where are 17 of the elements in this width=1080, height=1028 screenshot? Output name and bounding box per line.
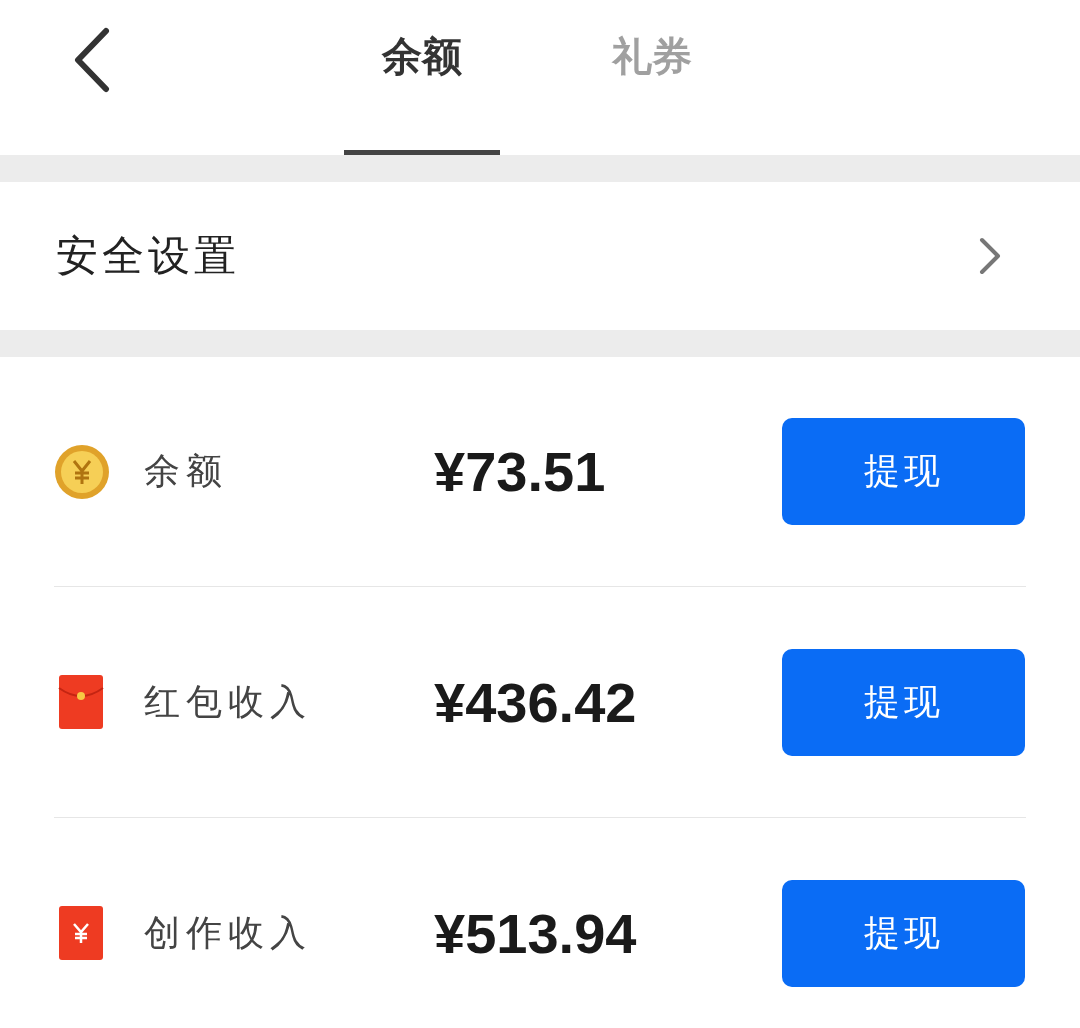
account-label: 红包收入	[144, 679, 313, 724]
withdraw-button[interactable]: 提现	[782, 648, 1025, 756]
settings-label: 安全设置	[56, 230, 240, 282]
account-label: 余额	[144, 449, 229, 493]
chevron-right-icon	[978, 236, 1002, 276]
withdraw-button[interactable]: 提现	[782, 418, 1025, 525]
envelope-icon	[58, 674, 104, 730]
withdraw-button[interactable]: 提现	[782, 879, 1025, 987]
settings-row[interactable]: 安全设置	[0, 182, 1080, 330]
amount-value: ¥513.94	[434, 900, 638, 966]
amount-value: ¥73.51	[434, 439, 607, 504]
amount-value: ¥436.42	[434, 669, 638, 735]
back-icon[interactable]	[72, 27, 112, 93]
account-label: 创作收入	[144, 910, 313, 955]
coin-icon	[54, 443, 110, 500]
tab[interactable]: 礼券	[612, 0, 692, 155]
envelope-icon	[58, 905, 104, 961]
